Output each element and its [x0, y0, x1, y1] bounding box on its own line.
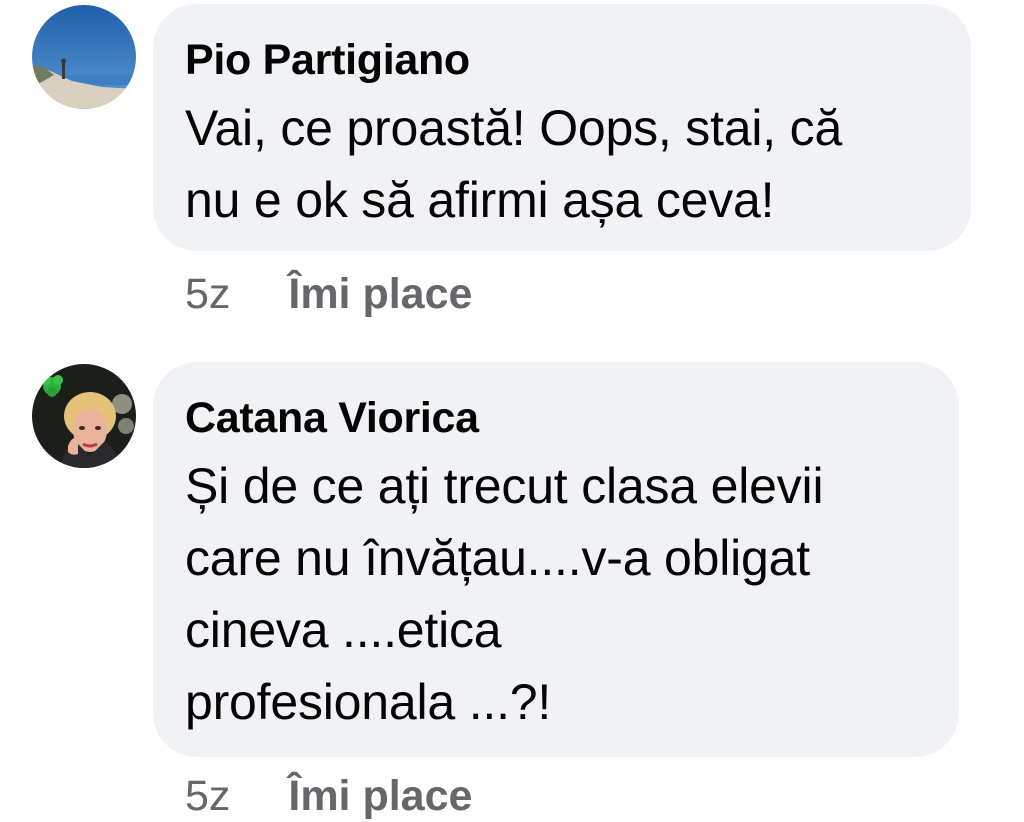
avatar[interactable] [32, 5, 136, 109]
comment-bubble: Catana Viorica Și de ce ați trecut clasa… [153, 362, 959, 757]
comment-text-line: care nu învățau....v-a obligat [185, 530, 810, 586]
comment-author[interactable]: Pio Partigiano [185, 34, 939, 86]
comment-timestamp[interactable]: 5z [185, 268, 230, 320]
comment-bubble: Pio Partigiano Vai, ce proastă! Oops, st… [153, 4, 971, 251]
beach-photo-avatar-icon [32, 5, 136, 109]
like-button[interactable]: Îmi place [288, 268, 472, 320]
comment-text-line: Și de ce ați trecut clasa elevii [185, 458, 824, 514]
comment-timestamp[interactable]: 5z [185, 770, 230, 822]
comment-text: Vai, ce proastă! Oops, stai, că nu e ok … [185, 92, 939, 236]
avatar[interactable] [32, 364, 136, 468]
like-button[interactable]: Îmi place [288, 770, 472, 822]
woman-photo-avatar-icon [32, 364, 136, 468]
comment-meta: 5z Îmi place [185, 268, 472, 320]
comment-text-line: Vai, ce proastă! Oops, stai, că [185, 100, 843, 156]
comment-meta: 5z Îmi place [185, 770, 472, 822]
comment-text-line: nu e ok să afirmi așa ceva! [185, 172, 775, 228]
comment-author[interactable]: Catana Viorica [185, 392, 927, 444]
comment-text: Și de ce ați trecut clasa elevii care nu… [185, 450, 927, 738]
comment-text-line: cineva ....etica [185, 602, 502, 658]
comment-text-line: profesionala ...?! [185, 674, 552, 730]
